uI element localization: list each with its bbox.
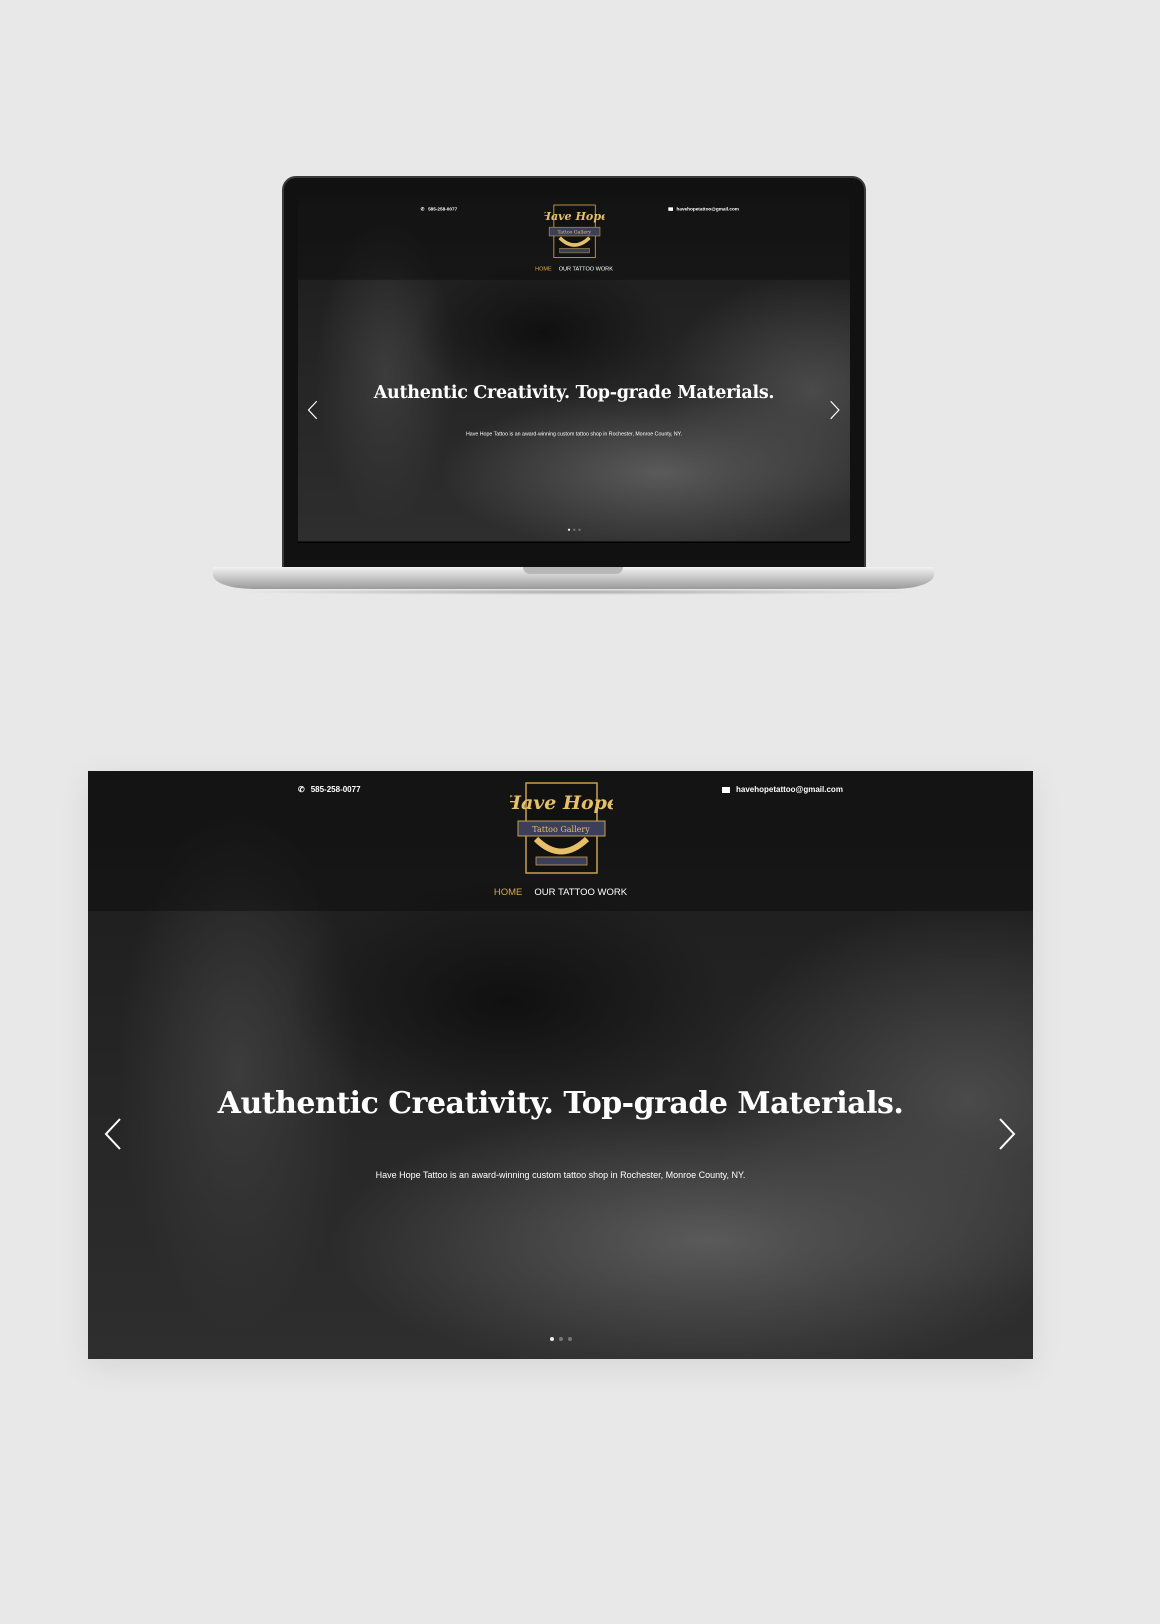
email-address: havehopetattoo@gmail.com <box>736 785 843 794</box>
phone-icon: ✆ <box>298 785 305 794</box>
mail-icon <box>668 207 673 211</box>
hero-subtitle: Have Hope Tattoo is an award-winning cus… <box>375 1170 746 1180</box>
svg-text:Tattoo Gallery: Tattoo Gallery <box>532 825 590 834</box>
svg-text:Tattoo Gallery: Tattoo Gallery <box>558 230 592 236</box>
chevron-left-icon[interactable] <box>102 1116 126 1152</box>
nav-home[interactable]: HOME <box>494 887 523 898</box>
slider-dot[interactable] <box>567 528 570 531</box>
hero-subtitle: Have Hope Tattoo is an award-winning cus… <box>466 431 682 437</box>
slider-dot[interactable] <box>567 1337 572 1341</box>
email-address: havehopetattoo@gmail.com <box>676 206 739 212</box>
main-nav: HOME OUR TATTOO WORK <box>298 266 850 272</box>
nav-our-tattoo-work[interactable]: OUR TATTOO WORK <box>559 266 613 272</box>
email-contact[interactable]: havehopetattoo@gmail.com <box>722 785 843 794</box>
nav-home[interactable]: HOME <box>535 266 552 272</box>
slider-dot[interactable] <box>558 1337 563 1341</box>
hero-title: Authentic Creativity. Top-grade Material… <box>373 381 775 403</box>
phone-contact[interactable]: ✆ 585-258-0077 <box>421 206 458 211</box>
main-nav: HOME OUR TATTOO WORK <box>88 887 1033 898</box>
have-hope-logo[interactable]: Have Hope Tattoo Gallery <box>544 203 605 260</box>
email-contact[interactable]: havehopetattoo@gmail.com <box>668 206 739 211</box>
slider-dots <box>88 1337 1033 1341</box>
slider-dots <box>298 528 850 531</box>
phone-number: 585-258-0077 <box>428 206 458 212</box>
svg-text:Have Hope: Have Hope <box>510 792 613 814</box>
slider-dot[interactable] <box>572 528 576 531</box>
laptop-base <box>213 567 934 589</box>
slider-dot[interactable] <box>549 1337 554 1341</box>
chevron-right-icon[interactable] <box>994 1116 1018 1152</box>
laptop-notch <box>523 567 623 574</box>
chevron-right-icon[interactable] <box>827 400 841 421</box>
phone-contact[interactable]: ✆ 585-258-0077 <box>298 785 361 794</box>
laptop-screen: ✆ 585-258-0077 Have Hope Tattoo Gallery … <box>298 198 850 543</box>
mail-icon <box>722 786 730 793</box>
svg-text:Have Hope: Have Hope <box>544 210 604 223</box>
have-hope-logo[interactable]: Have Hope Tattoo Gallery <box>510 779 613 877</box>
laptop-shadow <box>230 589 920 595</box>
phone-icon: ✆ <box>420 206 425 212</box>
hero-preview-small: ✆ 585-258-0077 Have Hope Tattoo Gallery … <box>298 198 850 542</box>
nav-our-tattoo-work[interactable]: OUR TATTOO WORK <box>534 887 627 898</box>
phone-number: 585-258-0077 <box>310 785 361 794</box>
hero-title: Authentic Creativity. Top-grade Material… <box>217 1086 904 1121</box>
slider-dot[interactable] <box>578 528 581 531</box>
chevron-left-icon[interactable] <box>306 400 320 421</box>
hero-preview-large: ✆ 585-258-0077 Have Hope Tattoo Gallery … <box>88 771 1033 1359</box>
